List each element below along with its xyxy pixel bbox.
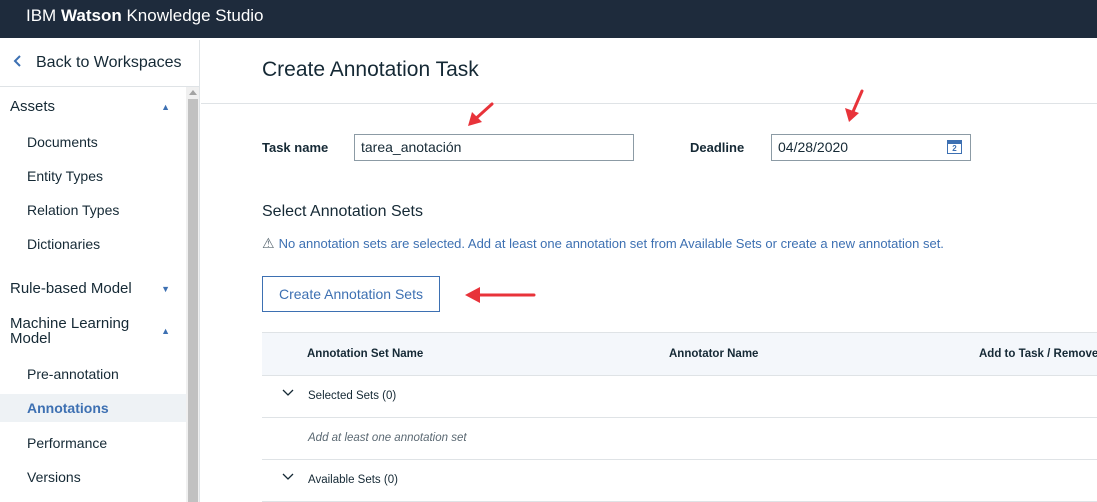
caret-up-icon: ▲ — [161, 326, 170, 336]
deadline-label: Deadline — [690, 140, 745, 155]
caret-down-icon: ▼ — [161, 284, 170, 294]
selected-sets-label: Selected Sets (0) — [308, 390, 397, 402]
available-sets-group-row[interactable]: Available Sets (0) — [262, 460, 1097, 502]
brand-watson: Watson — [60, 6, 122, 25]
back-to-workspaces-link[interactable]: Back to Workspaces — [0, 40, 199, 87]
deadline-value: 04/28/2020 — [778, 139, 849, 155]
task-name-label: Task name — [262, 140, 329, 155]
select-annotation-sets-heading: Select Annotation Sets — [262, 203, 423, 220]
section-label: Rule-based Model — [10, 280, 132, 297]
divider — [201, 103, 1097, 104]
sidebar-section-machine-learning-model[interactable]: Machine Learning Model ▲ — [10, 316, 170, 346]
sidebar-item-performance[interactable]: Performance — [0, 429, 186, 457]
warning-icon: ⚠ — [262, 235, 275, 251]
sidebar-scrollbar[interactable] — [186, 87, 199, 502]
app-header: IBM Watson Knowledge Studio — [0, 0, 1097, 38]
sidebar-item-relation-types[interactable]: Relation Types — [0, 196, 186, 224]
annotation-arrow-icon — [468, 102, 494, 126]
annotation-arrow-icon — [845, 89, 864, 122]
sidebar-item-entity-types[interactable]: Entity Types — [0, 162, 186, 190]
caret-up-icon: ▲ — [161, 102, 170, 112]
sidebar-section-assets[interactable]: Assets ▲ — [10, 98, 170, 115]
create-annotation-sets-button[interactable]: Create Annotation Sets — [262, 276, 440, 312]
annotation-arrow-icon — [465, 287, 536, 303]
sidebar-item-pre-annotation[interactable]: Pre-annotation — [0, 360, 186, 388]
empty-note: Add at least one annotation set — [308, 432, 467, 444]
brand-ibm: IBM — [26, 6, 57, 25]
brand-product: Knowledge Studio — [126, 6, 264, 25]
section-label: Assets — [10, 98, 56, 115]
main-content: Create Annotation Task Task name tarea_a… — [201, 40, 1097, 502]
sidebar-item-dictionaries[interactable]: Dictionaries — [0, 230, 186, 258]
warning-text: No annotation sets are selected. Add at … — [278, 236, 944, 251]
task-name-input[interactable]: tarea_anotación — [354, 134, 634, 161]
selected-sets-group-row[interactable]: Selected Sets (0) — [262, 376, 1097, 418]
chevron-down-icon[interactable] — [282, 470, 294, 482]
available-sets-label: Available Sets (0) — [308, 474, 398, 486]
chevron-down-icon[interactable] — [282, 386, 294, 398]
annotation-sets-table: Annotation Set Name Annotator Name Add t… — [262, 332, 1097, 502]
column-header-annotator-name[interactable]: Annotator Name — [669, 348, 758, 360]
column-header-annotation-set-name[interactable]: Annotation Set Name — [307, 348, 423, 360]
empty-selected-note-row: Add at least one annotation set — [262, 418, 1097, 460]
sidebar-section-rule-based-model[interactable]: Rule-based Model ▼ — [10, 280, 170, 297]
warning-message: ⚠ No annotation sets are selected. Add a… — [262, 235, 944, 252]
deadline-input[interactable]: 04/28/2020 2 — [771, 134, 971, 161]
page-title: Create Annotation Task — [262, 58, 479, 81]
scroll-up-icon[interactable] — [189, 90, 197, 95]
sidebar-item-annotations[interactable]: Annotations — [0, 394, 186, 422]
sidebar: Back to Workspaces Assets ▲ Documents En… — [0, 40, 200, 502]
table-header: Annotation Set Name Annotator Name Add t… — [262, 333, 1097, 376]
section-label: Machine Learning Model — [10, 315, 130, 347]
column-header-add-remove: Add to Task / Remove — [979, 348, 1097, 360]
sidebar-item-versions[interactable]: Versions — [0, 463, 186, 491]
back-label: Back to Workspaces — [36, 54, 182, 71]
scrollbar-thumb[interactable] — [188, 99, 198, 502]
sidebar-item-documents[interactable]: Documents — [0, 128, 186, 156]
chevron-left-icon — [0, 54, 36, 72]
calendar-icon[interactable]: 2 — [947, 140, 962, 154]
